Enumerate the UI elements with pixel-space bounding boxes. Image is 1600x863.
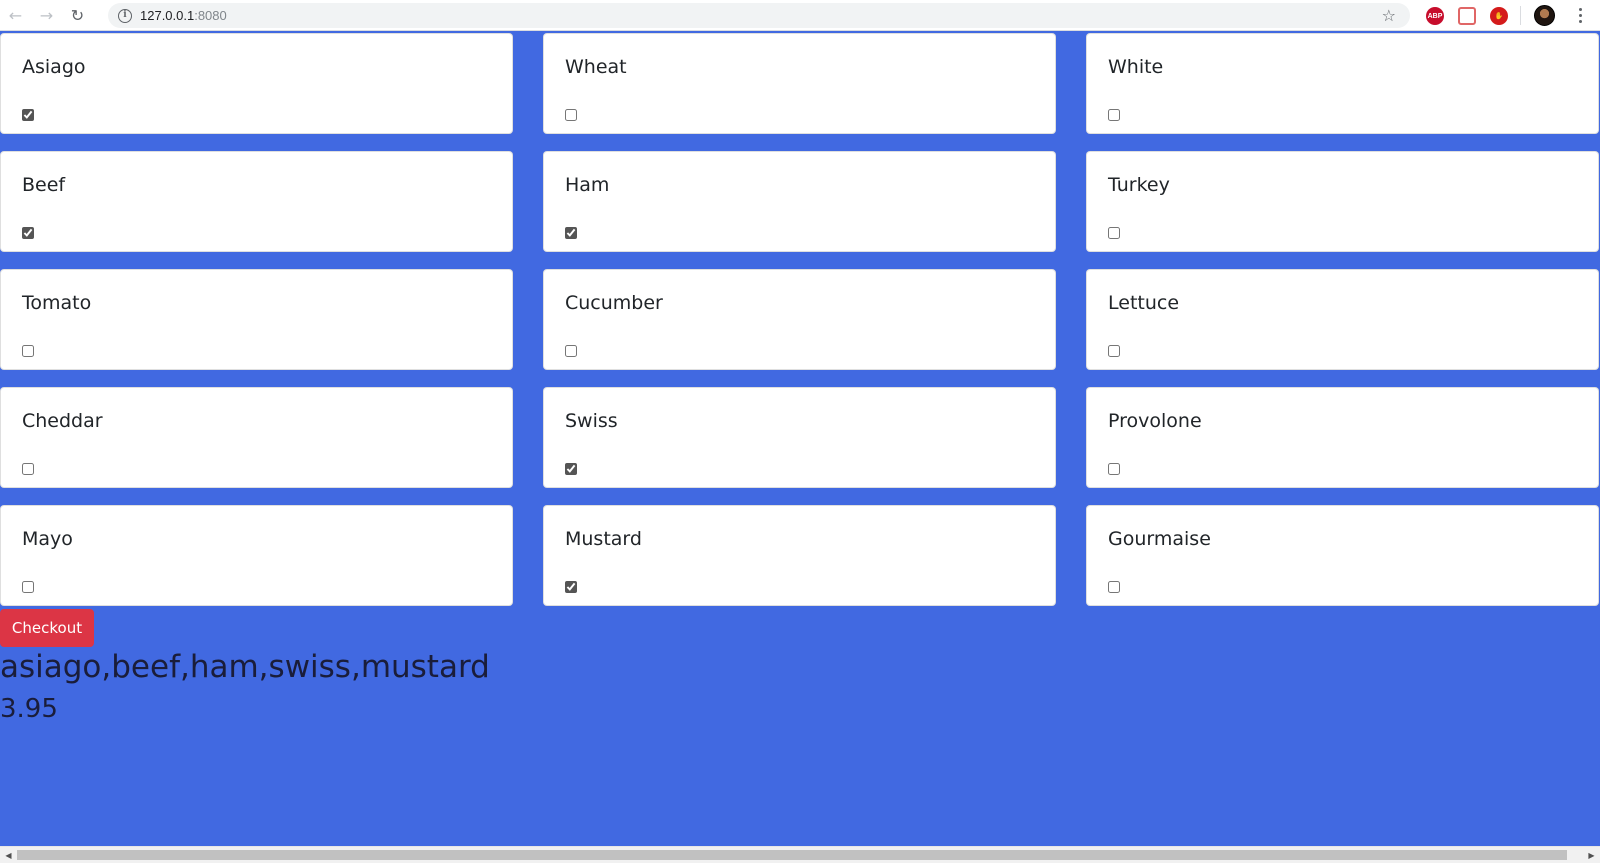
toolbar-divider (1520, 6, 1521, 25)
ingredient-label: Beef (22, 174, 66, 196)
ingredient-card-beef: Beef (0, 151, 513, 252)
price-text: 3.95 (0, 694, 58, 724)
ingredient-card-wheat: Wheat (543, 33, 1056, 134)
ingredient-label: Wheat (565, 56, 627, 78)
ingredient-checkbox-mustard[interactable] (565, 581, 577, 593)
browser-toolbar: ← → ↻ i 127.0.0.1:8080 ☆ ABP ✋ (0, 0, 1600, 31)
bookmark-star-icon[interactable]: ☆ (1382, 6, 1396, 25)
selected-items-text: asiago,beef,ham,swiss,mustard (0, 649, 490, 685)
ingredient-label: White (1108, 56, 1164, 78)
ingredient-label: Mustard (565, 528, 642, 550)
url-host: 127.0.0.1 (140, 8, 195, 23)
info-icon[interactable]: i (118, 8, 132, 23)
ingredient-label: Provolone (1108, 410, 1202, 432)
ingredient-checkbox-lettuce[interactable] (1108, 345, 1120, 357)
ingredient-checkbox-turkey[interactable] (1108, 227, 1120, 239)
ingredient-checkbox-mayo[interactable] (22, 581, 34, 593)
horizontal-scrollbar[interactable]: ◀ ▶ (0, 846, 1600, 863)
stop-hand-icon[interactable]: ✋ (1490, 7, 1508, 25)
profile-avatar[interactable] (1534, 5, 1555, 26)
ingredient-label: Tomato (22, 292, 92, 314)
url-port: :8080 (194, 8, 227, 23)
ingredient-card-cheddar: Cheddar (0, 387, 513, 488)
scroll-right-arrow-icon[interactable]: ▶ (1583, 847, 1600, 863)
ingredient-checkbox-asiago[interactable] (22, 109, 34, 121)
ingredient-card-provolone: Provolone (1086, 387, 1599, 488)
ingredient-label: Swiss (565, 410, 618, 432)
ingredient-card-gourmaise: Gourmaise (1086, 505, 1599, 606)
ingredient-card-turkey: Turkey (1086, 151, 1599, 252)
ingredient-label: Lettuce (1108, 292, 1180, 314)
ingredient-checkbox-cucumber[interactable] (565, 345, 577, 357)
ingredient-card-swiss: Swiss (543, 387, 1056, 488)
ingredient-checkbox-ham[interactable] (565, 227, 577, 239)
back-arrow-icon[interactable]: ← (0, 0, 31, 31)
pdf-extension-icon[interactable] (1458, 7, 1476, 25)
ingredient-card-lettuce: Lettuce (1086, 269, 1599, 370)
reload-icon[interactable]: ↻ (62, 0, 93, 31)
ingredient-card-white: White (1086, 33, 1599, 134)
scroll-left-arrow-icon[interactable]: ◀ (0, 847, 17, 863)
ingredient-label: Cucumber (565, 292, 663, 314)
ingredient-checkbox-provolone[interactable] (1108, 463, 1120, 475)
ingredient-label: Ham (565, 174, 610, 196)
ingredient-checkbox-swiss[interactable] (565, 463, 577, 475)
address-bar[interactable]: i 127.0.0.1:8080 ☆ (108, 3, 1410, 28)
ingredient-label: Mayo (22, 528, 73, 550)
ingredient-card-mayo: Mayo (0, 505, 513, 606)
ingredient-checkbox-wheat[interactable] (565, 109, 577, 121)
ingredient-label: Turkey (1108, 174, 1170, 196)
ingredient-checkbox-cheddar[interactable] (22, 463, 34, 475)
ingredient-label: Cheddar (22, 410, 103, 432)
ingredient-checkbox-beef[interactable] (22, 227, 34, 239)
ingredient-label: Gourmaise (1108, 528, 1211, 550)
ingredient-card-asiago: Asiago (0, 33, 513, 134)
ingredient-card-ham: Ham (543, 151, 1056, 252)
scrollbar-thumb[interactable] (17, 850, 1567, 860)
adblock-plus-icon[interactable]: ABP (1426, 7, 1444, 25)
ingredient-card-tomato: Tomato (0, 269, 513, 370)
ingredient-checkbox-white[interactable] (1108, 109, 1120, 121)
ingredient-checkbox-tomato[interactable] (22, 345, 34, 357)
ingredient-card-cucumber: Cucumber (543, 269, 1056, 370)
forward-arrow-icon[interactable]: → (31, 0, 62, 31)
ingredient-grid: Asiago Wheat White Beef Ham Turkey Tomato Cucum… (0, 33, 1600, 606)
ingredient-label: Asiago (22, 56, 86, 78)
ingredient-card-mustard: Mustard (543, 505, 1056, 606)
checkout-button[interactable]: Checkout (0, 609, 94, 647)
ingredient-checkbox-gourmaise[interactable] (1108, 581, 1120, 593)
kebab-menu-icon[interactable] (1570, 5, 1590, 26)
